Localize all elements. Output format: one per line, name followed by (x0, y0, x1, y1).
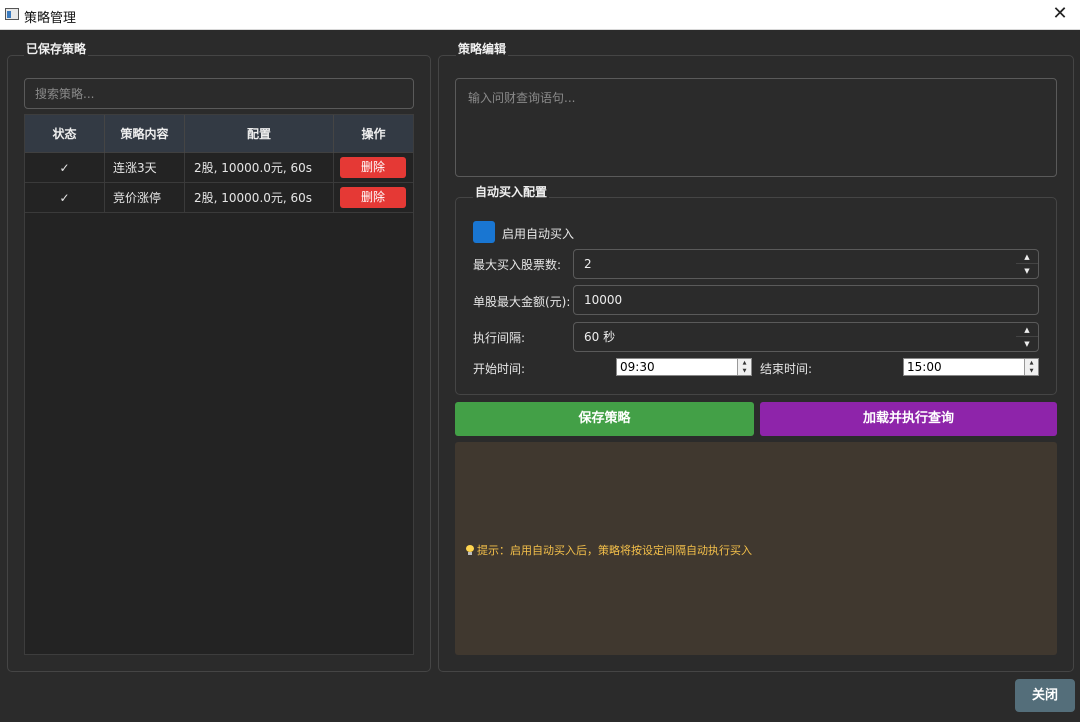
row-action-cell: 删除 (334, 153, 413, 183)
spin-up-icon[interactable]: ▲ (738, 359, 751, 367)
search-input[interactable] (24, 78, 414, 109)
max-stocks-label: 最大买入股票数: (473, 258, 562, 272)
table-row[interactable]: ✓ 竞价涨停 2股, 10000.0元, 60s 删除 (25, 183, 413, 213)
spin-down-icon[interactable]: ▼ (1025, 367, 1038, 375)
end-time-label: 结束时间: (760, 362, 813, 376)
delete-button[interactable]: 删除 (340, 157, 406, 178)
table-header: 状态 策略内容 配置 操作 (25, 115, 413, 153)
load-execute-query-button[interactable]: 加载并执行查询 (760, 402, 1057, 436)
row-status: ✓ (25, 183, 105, 213)
saved-strategies-title: 已保存策略 (24, 40, 89, 57)
spin-down-icon[interactable]: ▼ (1016, 264, 1038, 278)
spin-down-icon[interactable]: ▼ (1016, 337, 1038, 351)
interval-value[interactable]: 60 秒 (584, 323, 615, 351)
row-action-cell: 删除 (334, 183, 413, 213)
start-time-label: 开始时间: (473, 362, 526, 376)
column-header-status[interactable]: 状态 (25, 115, 105, 153)
max-stocks-spinner: ▲ ▼ (1016, 250, 1038, 278)
row-config: 2股, 10000.0元, 60s (185, 183, 334, 213)
spin-up-icon[interactable]: ▲ (1016, 250, 1038, 264)
row-config: 2股, 10000.0元, 60s (185, 153, 334, 183)
column-header-action[interactable]: 操作 (334, 115, 413, 153)
column-header-config[interactable]: 配置 (185, 115, 334, 153)
save-strategy-button[interactable]: 保存策略 (455, 402, 754, 436)
query-input[interactable] (455, 78, 1057, 177)
row-status: ✓ (25, 153, 105, 183)
spin-up-icon[interactable]: ▲ (1016, 323, 1038, 337)
title-bar: 策略管理 ✕ (0, 0, 1080, 30)
tip-message: 提示：启用自动买入后，策略将按设定间隔自动执行买入 (466, 542, 752, 558)
start-time-value[interactable]: 09:30 (620, 359, 655, 375)
max-amount-input[interactable]: 10000 (573, 285, 1039, 315)
tip-text: 提示：启用自动买入后，策略将按设定间隔自动执行买入 (477, 544, 752, 557)
table-row[interactable]: ✓ 连涨3天 2股, 10000.0元, 60s 删除 (25, 153, 413, 183)
row-content: 连涨3天 (105, 153, 185, 183)
start-time-spinner: ▲ ▼ (737, 359, 751, 375)
enable-auto-buy-label[interactable]: 启用自动买入 (502, 225, 574, 242)
spin-up-icon[interactable]: ▲ (1025, 359, 1038, 367)
max-amount-value[interactable]: 10000 (584, 286, 622, 314)
window-close-icon[interactable]: ✕ (1040, 0, 1080, 30)
close-button[interactable]: 关闭 (1015, 679, 1075, 712)
max-stocks-value[interactable]: 2 (584, 250, 592, 278)
strategy-editor-title: 策略编辑 (456, 40, 509, 57)
row-content: 竞价涨停 (105, 183, 185, 213)
end-time-spinner: ▲ ▼ (1024, 359, 1038, 375)
max-stocks-spinbox[interactable]: 2 ▲ ▼ (573, 249, 1039, 279)
start-time-edit[interactable]: 09:30 ▲ ▼ (616, 358, 752, 376)
interval-spinner: ▲ ▼ (1016, 323, 1038, 351)
lightbulb-icon (466, 545, 474, 555)
window-title: 策略管理 (24, 11, 77, 26)
delete-button[interactable]: 删除 (340, 187, 406, 208)
output-area: 提示：启用自动买入后，策略将按设定间隔自动执行买入 (455, 442, 1057, 655)
spin-down-icon[interactable]: ▼ (738, 367, 751, 375)
strategy-table: 状态 策略内容 配置 操作 ✓ 连涨3天 2股, 10000.0元, 60s 删… (24, 114, 414, 655)
auto-buy-config-title: 自动买入配置 (473, 183, 550, 200)
enable-auto-buy-checkbox[interactable] (473, 221, 495, 243)
end-time-value[interactable]: 15:00 (907, 359, 942, 375)
column-header-content[interactable]: 策略内容 (105, 115, 185, 153)
interval-spinbox[interactable]: 60 秒 ▲ ▼ (573, 322, 1039, 352)
max-amount-label: 单股最大金额(元): (473, 295, 571, 309)
interval-label: 执行间隔: (473, 331, 526, 345)
end-time-edit[interactable]: 15:00 ▲ ▼ (903, 358, 1039, 376)
app-icon (5, 8, 19, 20)
